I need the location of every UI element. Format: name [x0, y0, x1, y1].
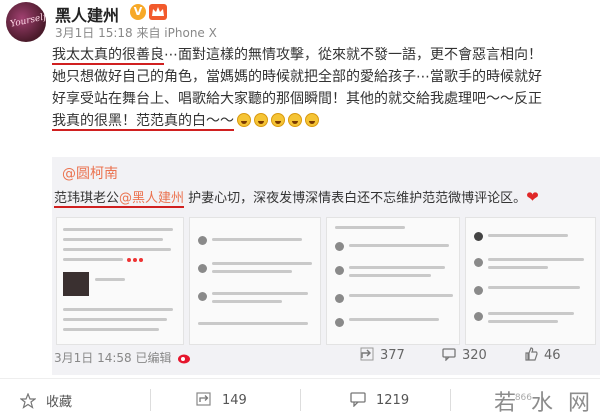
post-line-1: 我太太真的很善良⋯面對這樣的無情攻擊，從來就不發一語，更不會惡言相向！: [52, 44, 600, 66]
comment-button[interactable]: 1219: [350, 391, 409, 408]
laughing-face-icon: [254, 113, 268, 127]
underlined-phrase-2: 我真的很黑！范范真的白～～: [52, 113, 234, 131]
bottom-comment-count: 1219: [376, 393, 410, 408]
like-count: 46: [544, 348, 561, 363]
repost-action-bar: 377 320 46: [360, 347, 600, 367]
share-count: 377: [380, 348, 405, 363]
username[interactable]: 黑人建州: [55, 2, 119, 26]
underlined-phrase-1: 我太太真的很善良: [52, 47, 164, 65]
repost-share-button[interactable]: 377: [360, 347, 405, 363]
repost-author[interactable]: @圆柯南: [62, 163, 118, 183]
repost-card[interactable]: @圆柯南 范玮琪老公@黑人建州 护妻心切，深夜发博深情表白还不忘维护范范微博评论…: [52, 157, 600, 375]
repost-text-prefix: 范玮琪老公: [54, 191, 120, 208]
post-body: 我太太真的很善良⋯面對這樣的無情攻擊，從來就不發一語，更不會惡言相向！ 她只想做…: [52, 44, 600, 132]
share-icon: [360, 347, 374, 361]
share-button[interactable]: 149: [196, 391, 247, 408]
post-line-1-rest: ⋯面對這樣的無情攻擊，從來就不發一語，更不會惡言相向！: [164, 47, 542, 63]
repost-like-button[interactable]: 46: [524, 347, 561, 363]
comment-count: 320: [462, 348, 487, 363]
laughing-face-icon: [237, 113, 251, 127]
divider: [450, 389, 451, 411]
crown-badge-icon: [149, 4, 167, 20]
thumbs-up-icon: [525, 347, 538, 361]
comment-icon: [350, 392, 366, 407]
laughing-face-icon: [305, 113, 319, 127]
post-line-3: 好享受站在舞台上、唱歌給大家聽的那個瞬間！其他的就交給我處理吧～～反正: [52, 91, 542, 107]
share-icon: [196, 392, 211, 406]
thumbnail-image[interactable]: [189, 217, 321, 345]
image-thumbnails: [56, 217, 596, 345]
repost-comment-button[interactable]: 320: [442, 347, 487, 363]
avatar[interactable]: Yourself: [6, 2, 46, 42]
laughing-face-icon: [271, 113, 285, 127]
avatar-text: Yourself: [9, 12, 46, 30]
v-badge-icon: V: [130, 4, 146, 20]
comment-icon: [442, 348, 456, 361]
bottom-share-count: 149: [222, 393, 247, 408]
repost-mention[interactable]: @黑人建州: [119, 191, 185, 208]
laughing-face-icon: [288, 113, 302, 127]
bottom-action-bar: 收藏 149 1219 866 若 水 网: [0, 378, 600, 420]
post-line-2: 她只想做好自己的角色，當媽媽的時候就把全部的愛給孩子⋯當歌手的時候就好: [52, 69, 542, 85]
sina-logo-icon: [178, 354, 191, 364]
repost-meta: 3月1日 14:58 已编辑: [54, 349, 191, 366]
post-meta: 3月1日 15:18 来自 iPhone X: [55, 26, 217, 40]
divider: [150, 389, 151, 411]
favorite-label: 收藏: [46, 395, 73, 410]
thumbnail-image[interactable]: [56, 217, 184, 345]
star-icon: [20, 393, 36, 409]
favorite-button[interactable]: 收藏: [20, 391, 72, 410]
post-line-4: 我真的很黑！范范真的白～～: [52, 110, 600, 132]
repost-text-rest: 护妻心切，深夜发博深情表白还不忘维护范范微博评论区。: [184, 191, 527, 206]
post-header: Yourself 黑人建州 V 3月1日 15:18 来自 iPhone X: [0, 0, 600, 42]
thumbnail-image[interactable]: [465, 217, 596, 345]
repost-text: 范玮琪老公@黑人建州 护妻心切，深夜发博深情表白还不忘维护范范微博评论区。❤: [54, 187, 539, 208]
repost-timestamp: 3月1日 14:58 已编辑: [54, 351, 172, 365]
heart-icon: ❤: [526, 188, 539, 206]
site-watermark: 若 水 网: [494, 391, 594, 416]
divider: [300, 389, 301, 411]
thumbnail-image[interactable]: [326, 217, 460, 345]
